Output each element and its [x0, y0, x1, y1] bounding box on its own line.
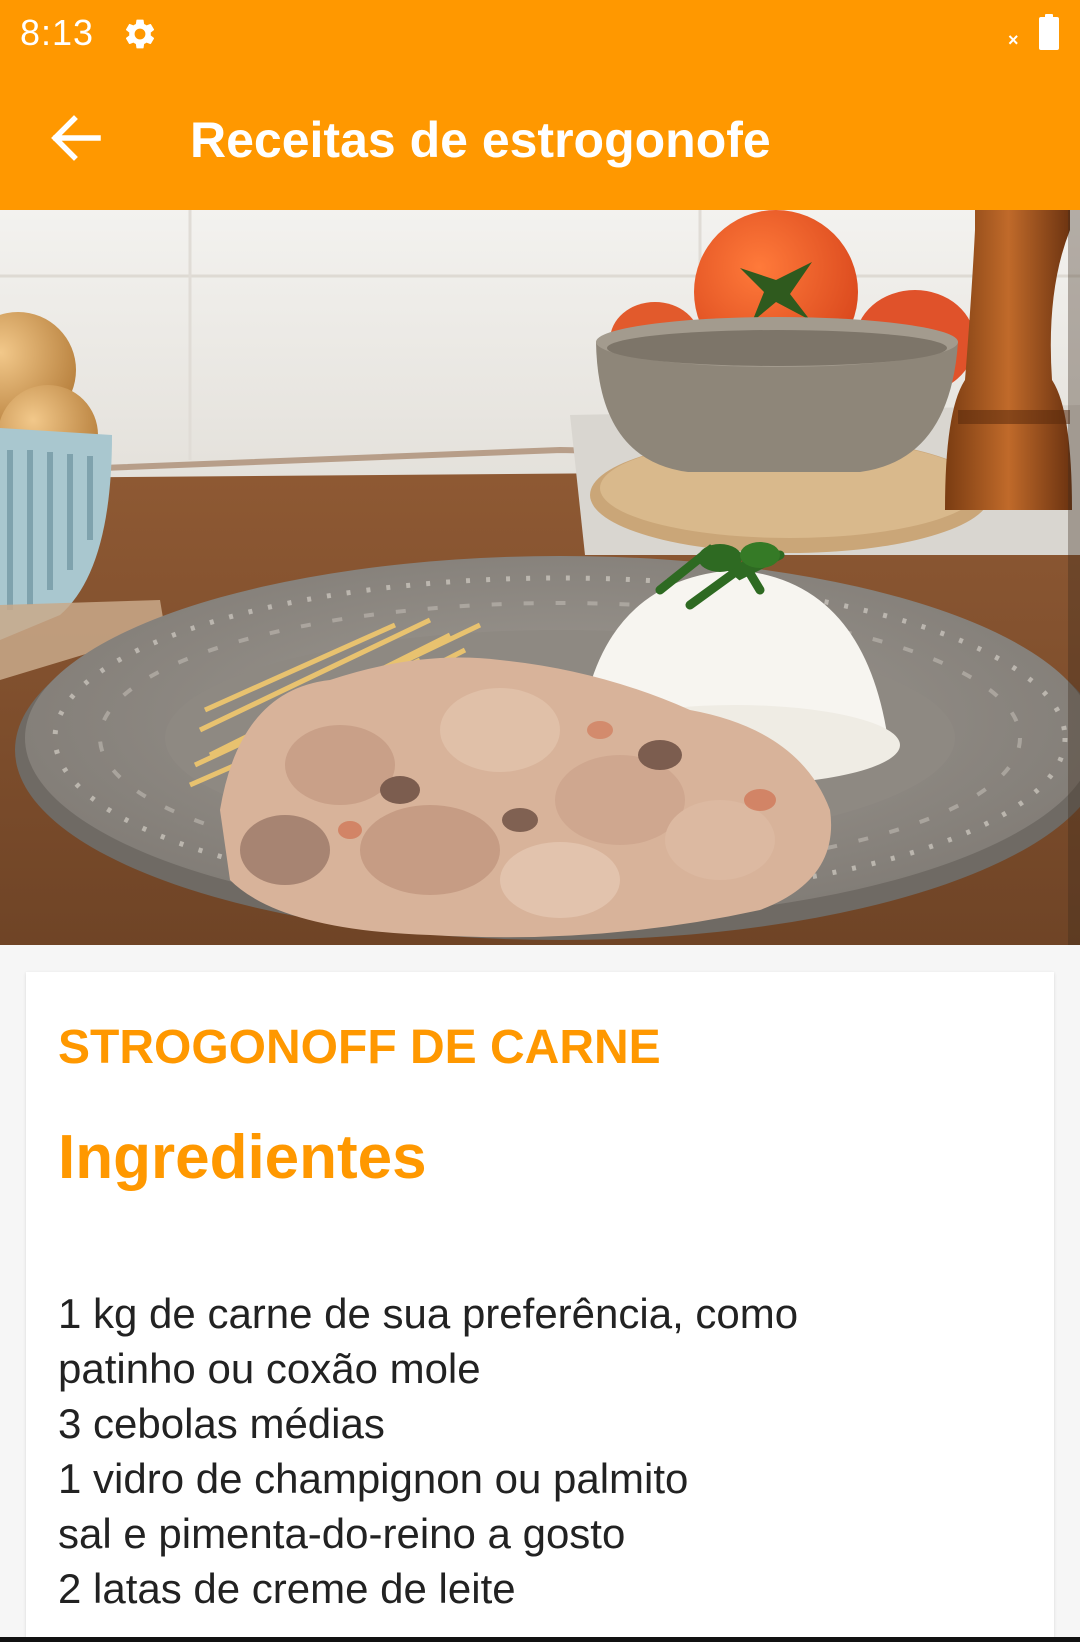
recipe-image	[0, 210, 1080, 945]
ingredient-line: sal e pimenta-do-reino a gosto	[58, 1510, 626, 1557]
back-arrow-icon[interactable]	[40, 102, 112, 174]
ingredient-line: 2 latas de creme de leite	[58, 1565, 516, 1612]
app-title: Receitas de estrogonofe	[190, 112, 771, 168]
app-bar: Receitas de estrogonofe	[0, 66, 1080, 210]
section-title-ingredients: Ingredientes	[58, 1123, 427, 1192]
ingredient-line: 1 kg de carne de sua preferência, como	[58, 1290, 799, 1337]
ingredient-line: 3 cebolas médias	[58, 1400, 385, 1447]
status-bar: 8:13 ×	[0, 0, 1080, 66]
ingredients-list: 1 kg de carne de sua preferência, como p…	[58, 1286, 1018, 1616]
gear-icon	[122, 16, 158, 52]
ingredient-line: patinho ou coxão mole	[58, 1345, 481, 1392]
bottom-divider	[0, 1637, 1080, 1642]
no-signal-icon: ×	[1008, 30, 1019, 50]
recipe-card: STROGONOFF DE CARNE Ingredientes 1 kg de…	[26, 972, 1054, 1642]
battery-icon	[1038, 14, 1060, 50]
status-time: 8:13	[20, 12, 95, 53]
recipe-name: STROGONOFF DE CARNE	[58, 1021, 661, 1074]
ingredient-line: 1 vidro de champignon ou palmito	[58, 1455, 689, 1502]
